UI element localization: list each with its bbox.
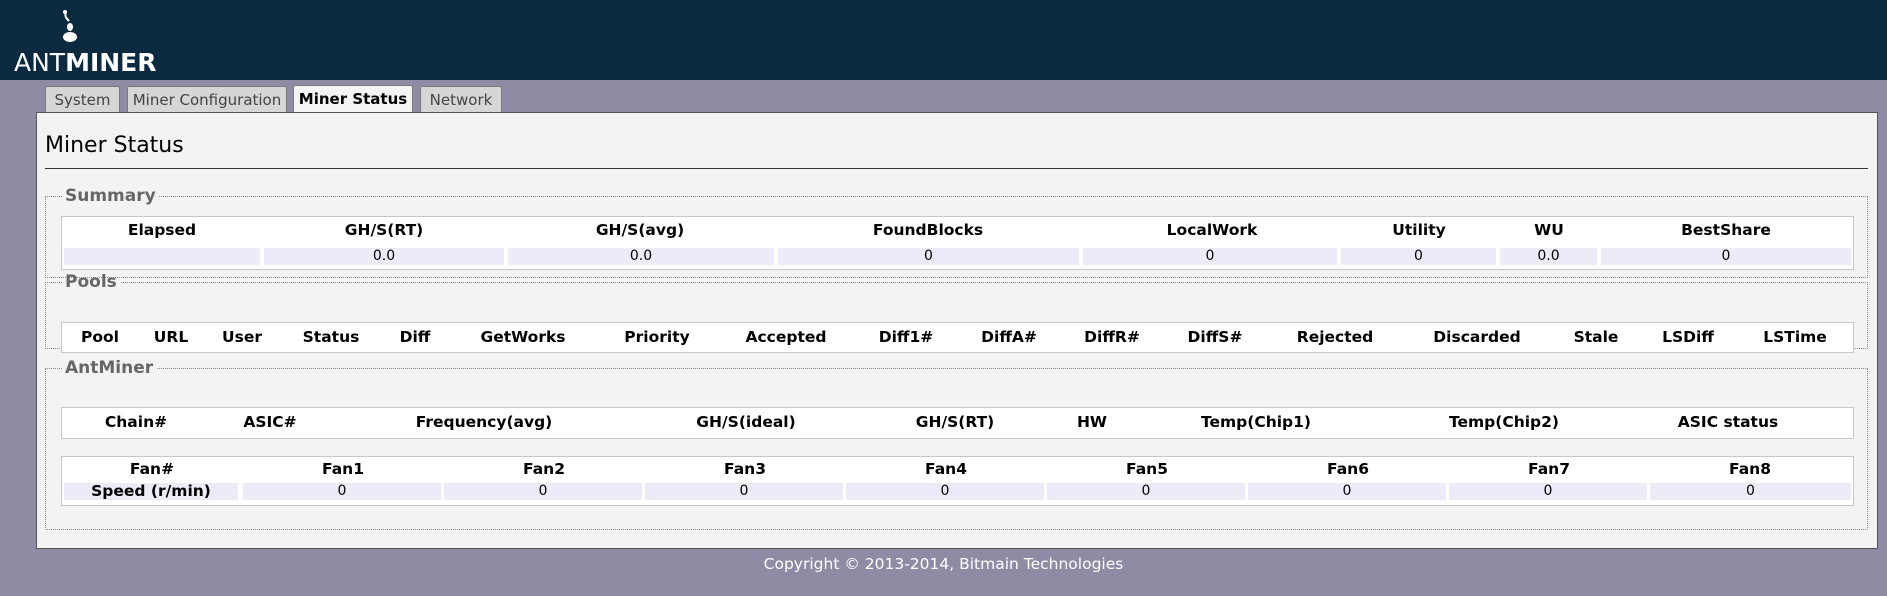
pools-header-diffa: DiffA# — [981, 328, 1037, 346]
antminer-header-hw: HW — [1076, 413, 1108, 431]
summary-cell-bestshare: 0 — [1601, 248, 1851, 265]
pools-header-pool: Pool — [81, 328, 119, 346]
summary-cell-foundblocks: 0 — [778, 248, 1079, 265]
pools-header-accepted: Accepted — [745, 328, 827, 346]
tab-network[interactable]: Network — [420, 86, 502, 112]
pools-header-diff1: Diff1# — [878, 328, 934, 346]
fan-header-7: Fan7 — [1528, 460, 1570, 478]
tab-system[interactable]: System — [45, 86, 120, 112]
fan-speed-4: 0 — [846, 483, 1044, 500]
fan-table: Fan# Fan1 Fan2 Fan3 Fan4 Fan5 Fan6 Fan7 … — [61, 456, 1854, 506]
summary-header-localwork: LocalWork — [1166, 221, 1258, 239]
fan-header-4: Fan4 — [925, 460, 967, 478]
summary-header-elapsed: Elapsed — [127, 221, 197, 239]
fan-speed-7: 0 — [1449, 483, 1647, 500]
fan-header-6: Fan6 — [1327, 460, 1369, 478]
antminer-logo: ANTMINER — [6, 8, 157, 77]
pools-header-diffs: DiffS# — [1187, 328, 1243, 346]
summary-header-foundblocks: FoundBlocks — [872, 221, 984, 239]
pools-header-lstime: LSTime — [1763, 328, 1827, 346]
fan-header-8: Fan8 — [1729, 460, 1771, 478]
summary-cell-ghs-rt: 0.0 — [264, 248, 504, 265]
title-divider — [45, 168, 1868, 169]
fan-speed-2: 0 — [444, 483, 642, 500]
antminer-header-asic-status: ASIC status — [1677, 413, 1779, 431]
tab-miner-configuration[interactable]: Miner Configuration — [127, 86, 287, 112]
fan-speed-6: 0 — [1248, 483, 1446, 500]
summary-header-ghs-rt: GH/S(RT) — [344, 221, 424, 239]
pools-header-discarded: Discarded — [1433, 328, 1521, 346]
brand-wordmark: ANTMINER — [14, 48, 157, 77]
pools-header-lsdiff: LSDiff — [1662, 328, 1714, 346]
pools-table: Pool URL User Status Diff GetWorks Prior… — [61, 322, 1854, 353]
fan-header-2: Fan2 — [523, 460, 565, 478]
pools-header-url: URL — [153, 328, 189, 346]
pools-header-user: User — [222, 328, 262, 346]
fan-header-label: Fan# — [129, 460, 175, 478]
antminer-chain-table: Chain# ASIC# Frequency(avg) GH/S(ideal) … — [61, 407, 1854, 439]
tab-miner-status[interactable]: Miner Status — [293, 85, 413, 114]
fan-speed-3: 0 — [645, 483, 843, 500]
summary-cell-wu: 0.0 — [1500, 248, 1597, 265]
pools-header-status: Status — [302, 328, 360, 346]
fan-speed-1: 0 — [243, 483, 441, 500]
page-title: Miner Status — [45, 133, 184, 158]
summary-header-utility: Utility — [1392, 221, 1446, 239]
summary-header-wu: WU — [1534, 221, 1564, 239]
content-panel: Miner Status Summary Elapsed GH/S(RT) GH… — [36, 112, 1878, 549]
summary-cell-localwork: 0 — [1083, 248, 1337, 265]
pools-header-rejected: Rejected — [1296, 328, 1374, 346]
fan-speed-8: 0 — [1650, 483, 1851, 500]
summary-header-bestshare: BestShare — [1681, 221, 1771, 239]
brand-part2: MINER — [65, 48, 157, 77]
antminer-legend: AntMiner — [65, 358, 154, 378]
antminer-header-ghs-rt: GH/S(RT) — [915, 413, 995, 431]
summary-cell-elapsed — [64, 248, 260, 265]
pools-legend: Pools — [65, 272, 117, 292]
fan-header-1: Fan1 — [322, 460, 364, 478]
summary-cell-ghs-avg: 0.0 — [508, 248, 774, 265]
summary-legend: Summary — [65, 186, 156, 206]
pools-header-diff: Diff — [399, 328, 431, 346]
antminer-header-ghs-ideal: GH/S(ideal) — [696, 413, 796, 431]
brand-part1: ANT — [14, 48, 66, 77]
fan-speed-5: 0 — [1047, 483, 1245, 500]
pools-header-stale: Stale — [1573, 328, 1619, 346]
fan-header-3: Fan3 — [724, 460, 766, 478]
antminer-header-temp-chip2: Temp(Chip2) — [1448, 413, 1560, 431]
antminer-header-temp-chip1: Temp(Chip1) — [1200, 413, 1312, 431]
summary-table: Elapsed GH/S(RT) GH/S(avg) FoundBlocks L… — [61, 216, 1854, 270]
antminer-header-asic: ASIC# — [243, 413, 297, 431]
summary-cell-utility: 0 — [1341, 248, 1496, 265]
pools-header-getworks: GetWorks — [480, 328, 566, 346]
antminer-logo-icon — [63, 10, 77, 42]
fan-header-5: Fan5 — [1126, 460, 1168, 478]
summary-header-ghs-avg: GH/S(avg) — [595, 221, 685, 239]
fan-speed-label: Speed (r/min) — [64, 483, 238, 500]
footer-copyright: Copyright © 2013-2014, Bitmain Technolog… — [763, 555, 1124, 573]
pools-header-diffr: DiffR# — [1084, 328, 1140, 346]
antminer-header-frequency: Frequency(avg) — [415, 413, 553, 431]
pools-header-priority: Priority — [624, 328, 690, 346]
antminer-header-chain: Chain# — [104, 413, 168, 431]
top-header: ANTMINER — [0, 0, 1887, 80]
